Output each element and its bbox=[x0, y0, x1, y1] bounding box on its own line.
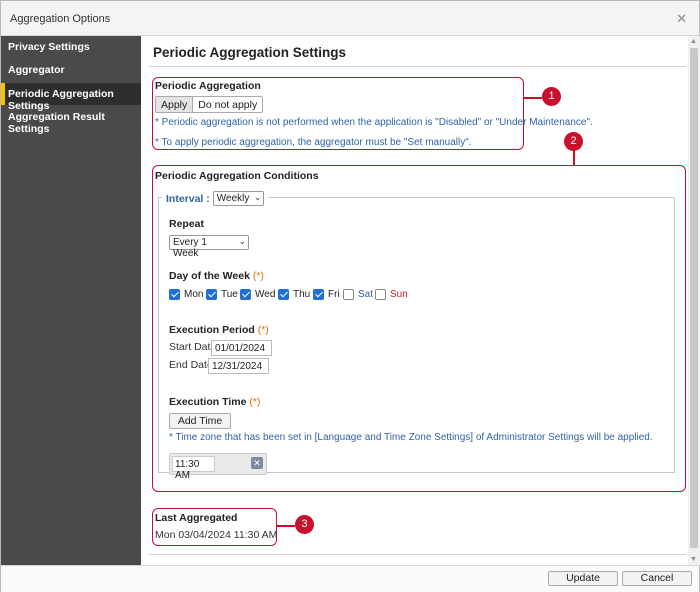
apply-button[interactable]: Apply bbox=[156, 97, 194, 112]
interval-label: Interval : bbox=[166, 192, 210, 205]
interval-legend: Interval : Weekly ⌄ bbox=[162, 191, 269, 206]
chevron-down-icon: ⌄ bbox=[253, 192, 262, 202]
callout-leader-3 bbox=[277, 525, 295, 527]
checkbox-unchecked[interactable] bbox=[375, 289, 386, 300]
day-checkbox-tue[interactable]: Tue bbox=[206, 289, 238, 300]
add-time-button[interactable]: Add Time bbox=[169, 413, 231, 429]
periodic-note-aggregator: * To apply periodic aggregation, the agg… bbox=[155, 137, 472, 148]
end-date-label: End Date bbox=[169, 359, 213, 371]
execution-time-label: Execution Time (*) bbox=[169, 396, 261, 408]
dialog-title: Aggregation Options bbox=[10, 13, 111, 25]
day-checkbox-sat[interactable]: Sat bbox=[343, 289, 373, 300]
sidebar-item-label: Privacy Settings bbox=[8, 41, 90, 53]
conditions-title: Periodic Aggregation Conditions bbox=[155, 170, 319, 182]
interval-select[interactable]: Weekly ⌄ bbox=[212, 191, 265, 206]
main-content: Periodic Aggregation Settings Periodic A… bbox=[141, 36, 688, 565]
callout-marker-3: 3 bbox=[295, 515, 314, 534]
checkbox-checked[interactable] bbox=[169, 289, 180, 300]
end-date-input[interactable]: 12/31/2024 bbox=[208, 358, 269, 374]
scroll-up-icon[interactable]: ▲ bbox=[690, 38, 697, 45]
day-checkbox-wed[interactable]: Wed bbox=[240, 289, 275, 300]
time-entry: 11:30 AM ✕ bbox=[169, 453, 267, 481]
time-input[interactable]: 11:30 AM bbox=[172, 456, 215, 481]
periodic-note-maintenance: * Periodic aggregation is not performed … bbox=[155, 117, 593, 128]
day-checkbox-fri[interactable]: Fri bbox=[313, 289, 340, 300]
do-not-apply-button[interactable]: Do not apply bbox=[193, 97, 262, 112]
scroll-down-icon[interactable]: ▼ bbox=[690, 556, 697, 563]
dialog-footer: Update Cancel bbox=[1, 565, 699, 592]
sidebar-item-periodic-aggregation-settings[interactable]: Periodic Aggregation Settings bbox=[1, 83, 141, 112]
checkbox-checked[interactable] bbox=[278, 289, 289, 300]
checkbox-unchecked[interactable] bbox=[343, 289, 354, 300]
chevron-down-icon: ⌄ bbox=[238, 236, 246, 246]
periodic-aggregation-title: Periodic Aggregation bbox=[155, 80, 261, 92]
callout-leader-1 bbox=[524, 97, 542, 99]
execution-period-label: Execution Period (*) bbox=[169, 324, 269, 336]
last-aggregated-value: Mon 03/04/2024 11:30 AM bbox=[155, 529, 278, 541]
aggregation-options-dialog: Aggregation Options ✕ Privacy Settings A… bbox=[0, 0, 700, 592]
sidebar-item-label: Aggregation Result Settings bbox=[8, 111, 105, 135]
start-date-label: Start Date bbox=[169, 341, 217, 353]
apply-toggle: Apply Do not apply bbox=[155, 96, 264, 113]
scroll-thumb[interactable] bbox=[690, 48, 698, 548]
vertical-scrollbar[interactable]: ▲ ▼ bbox=[688, 36, 700, 565]
callout-leader-2 bbox=[573, 150, 575, 165]
day-checkbox-thu[interactable]: Thu bbox=[278, 289, 310, 300]
repeat-select[interactable]: Every 1 Week ⌄ bbox=[169, 235, 249, 259]
sidebar-item-label: Aggregator bbox=[8, 64, 65, 76]
start-date-input[interactable]: 01/01/2024 bbox=[211, 340, 272, 356]
sidebar: Privacy Settings Aggregator Periodic Agg… bbox=[1, 36, 141, 565]
dialog-titlebar: Aggregation Options ✕ bbox=[1, 1, 699, 36]
sidebar-item-aggregator[interactable]: Aggregator bbox=[1, 59, 141, 81]
page-title: Periodic Aggregation Settings bbox=[153, 45, 347, 60]
update-button[interactable]: Update bbox=[548, 571, 618, 586]
sidebar-item-aggregation-result-settings[interactable]: Aggregation Result Settings bbox=[1, 106, 141, 135]
remove-time-icon[interactable]: ✕ bbox=[251, 457, 263, 469]
checkbox-checked[interactable] bbox=[313, 289, 324, 300]
cancel-button[interactable]: Cancel bbox=[622, 571, 692, 586]
checkbox-checked[interactable] bbox=[240, 289, 251, 300]
sidebar-item-privacy-settings[interactable]: Privacy Settings bbox=[1, 36, 141, 58]
last-aggregated-title: Last Aggregated bbox=[155, 512, 238, 524]
day-checkbox-mon[interactable]: Mon bbox=[169, 289, 203, 300]
callout-marker-1: 1 bbox=[542, 87, 561, 106]
day-checkbox-sun[interactable]: Sun bbox=[375, 289, 408, 300]
repeat-label: Repeat bbox=[169, 218, 205, 230]
bottom-divider bbox=[149, 554, 686, 555]
checkbox-checked[interactable] bbox=[206, 289, 217, 300]
callout-marker-2: 2 bbox=[564, 132, 583, 151]
title-divider bbox=[149, 66, 686, 67]
close-icon[interactable]: ✕ bbox=[676, 11, 687, 27]
day-of-week-label: Day of the Week (*) bbox=[169, 270, 264, 282]
timezone-note: * Time zone that has been set in [Langua… bbox=[169, 432, 653, 443]
